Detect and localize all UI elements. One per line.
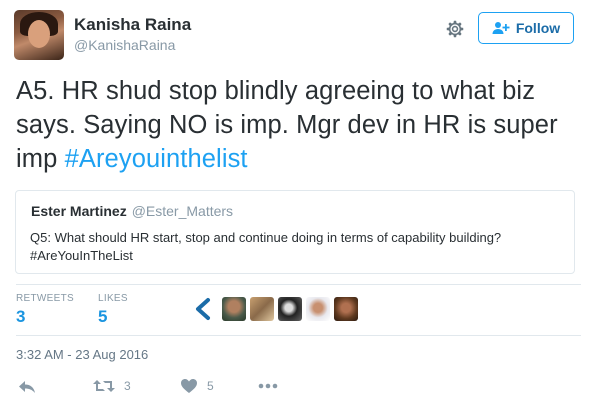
quoted-author: Ester Martinez @Ester_Matters [31,203,233,219]
heart-icon [181,379,197,393]
likers-avatars [194,297,358,321]
quoted-tweet[interactable]: Ester Martinez @Ester_Matters Q5: What sh… [15,190,575,274]
avatar[interactable] [306,297,330,321]
retweet-count: 3 [124,379,131,393]
chevron-left-icon [196,298,210,320]
avatar[interactable] [334,297,358,321]
follow-button[interactable]: Follow [478,12,574,44]
quoted-text-line1: Q5: What should HR start, stop and conti… [30,230,502,245]
like-count: 5 [207,379,214,393]
quoted-handle: @Ester_Matters [131,203,234,219]
retweets-label: RETWEETS [16,293,74,304]
retweets-stat[interactable]: RETWEETS 3 [16,293,74,327]
likes-stat[interactable]: LIKES 5 [98,293,128,327]
user-name[interactable]: Kanisha Raina [74,15,191,35]
user-handle[interactable]: @KanishaRaina [74,37,175,53]
retweets-count: 3 [16,307,26,326]
more-icon[interactable] [258,383,278,389]
gear-icon[interactable] [444,18,466,40]
avatar[interactable] [250,297,274,321]
quoted-text-line2: #AreYouInTheList [30,248,133,263]
like-action[interactable]: 5 [180,378,214,394]
add-user-icon [492,22,510,34]
divider [16,335,581,336]
retweet-icon [93,380,115,392]
likes-label: LIKES [98,293,128,304]
follow-label: Follow [515,20,561,36]
avatar[interactable] [278,297,302,321]
reply-icon[interactable] [17,379,37,395]
avatar[interactable] [222,297,246,321]
quoted-name: Ester Martinez [31,203,127,219]
hashtag-link[interactable]: #Areyouinthelist [65,145,248,173]
tweet-text: A5. HR shud stop blindly agreeing to wha… [16,74,581,176]
quoted-text: Q5: What should HR start, stop and conti… [30,229,560,265]
retweet-action[interactable]: 3 [92,378,131,394]
divider [16,284,581,285]
avatar[interactable] [14,10,64,60]
likes-count: 5 [98,307,108,326]
timestamp[interactable]: 3:32 AM - 23 Aug 2016 [16,347,148,362]
